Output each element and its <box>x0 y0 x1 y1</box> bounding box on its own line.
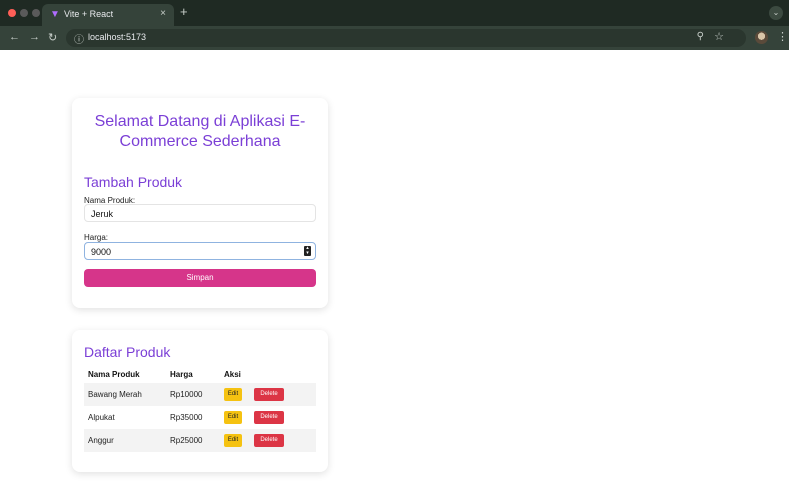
delete-button[interactable]: Delete <box>254 434 284 447</box>
column-header-name: Nama Produk <box>88 370 140 379</box>
window-minimize-button[interactable] <box>20 9 28 17</box>
product-price-cell: Rp10000 <box>170 390 203 399</box>
browser-tab-bar: ▼ Vite + React × + ⌄ <box>0 0 789 26</box>
tab-menu-icon[interactable]: ⌄ <box>769 6 783 20</box>
vite-icon: ▼ <box>50 9 60 20</box>
back-icon[interactable]: ← <box>9 31 20 43</box>
table-row: Alpukat Rp35000 Edit Delete <box>84 406 316 429</box>
star-icon[interactable]: ☆ <box>714 30 724 43</box>
price-label: Harga: <box>84 233 109 242</box>
zoom-icon[interactable]: ⚲ <box>697 31 704 42</box>
table-row: Bawang Merah Rp10000 Edit Delete <box>84 383 316 406</box>
edit-button[interactable]: Edit <box>224 388 242 401</box>
product-name-input[interactable]: Jeruk <box>84 204 316 222</box>
new-tab-button[interactable]: + <box>180 4 188 19</box>
delete-button[interactable]: Delete <box>254 388 284 401</box>
tab-close-icon[interactable]: × <box>160 8 166 19</box>
product-name-value: Jeruk <box>91 209 114 219</box>
kebab-menu-icon[interactable]: ⋮ <box>777 30 788 43</box>
product-name-cell: Bawang Merah <box>88 390 142 399</box>
edit-button[interactable]: Edit <box>224 411 242 424</box>
table-row: Anggur Rp25000 Edit Delete <box>84 429 316 452</box>
number-stepper-icon[interactable]: ▴ ▾ <box>304 246 311 256</box>
url-input[interactable]: ⓘ localhost:5173 ⚲ ☆ <box>66 29 746 47</box>
column-header-price: Harga <box>170 370 193 379</box>
window-maximize-button[interactable] <box>32 9 40 17</box>
save-button[interactable]: Simpan <box>84 269 316 287</box>
site-info-icon[interactable]: ⓘ <box>74 31 84 46</box>
product-name-cell: Alpukat <box>88 413 115 422</box>
browser-tab[interactable]: ▼ Vite + React × <box>42 4 174 26</box>
price-value: 9000 <box>91 247 112 257</box>
page-title: Selamat Datang di Aplikasi E- Commerce S… <box>72 112 328 152</box>
reload-icon[interactable]: ↻ <box>48 31 57 44</box>
product-list-card: Daftar Produk Nama Produk Harga Aksi Baw… <box>72 330 328 472</box>
price-input[interactable]: 9000 ▴ ▾ <box>84 242 316 260</box>
tab-title: Vite + React <box>64 9 114 19</box>
column-header-actions: Aksi <box>224 370 241 379</box>
edit-button[interactable]: Edit <box>224 434 242 447</box>
welcome-line-1: Selamat Datang di Aplikasi E- <box>94 113 306 130</box>
delete-button[interactable]: Delete <box>254 411 284 424</box>
product-price-cell: Rp25000 <box>170 436 203 445</box>
product-list-heading: Daftar Produk <box>84 344 171 360</box>
forward-icon[interactable]: → <box>29 31 40 43</box>
avatar[interactable] <box>755 31 768 44</box>
window-close-button[interactable] <box>8 9 16 17</box>
product-name-cell: Anggur <box>88 436 114 445</box>
welcome-line-2: Commerce Sederhana <box>119 133 281 150</box>
add-product-card: Selamat Datang di Aplikasi E- Commerce S… <box>72 98 328 308</box>
url-text: localhost:5173 <box>88 32 147 42</box>
add-product-heading: Tambah Produk <box>84 174 183 190</box>
address-bar-row: ← → ↻ ⓘ localhost:5173 ⚲ ☆ <box>0 26 789 50</box>
product-price-cell: Rp35000 <box>170 413 203 422</box>
